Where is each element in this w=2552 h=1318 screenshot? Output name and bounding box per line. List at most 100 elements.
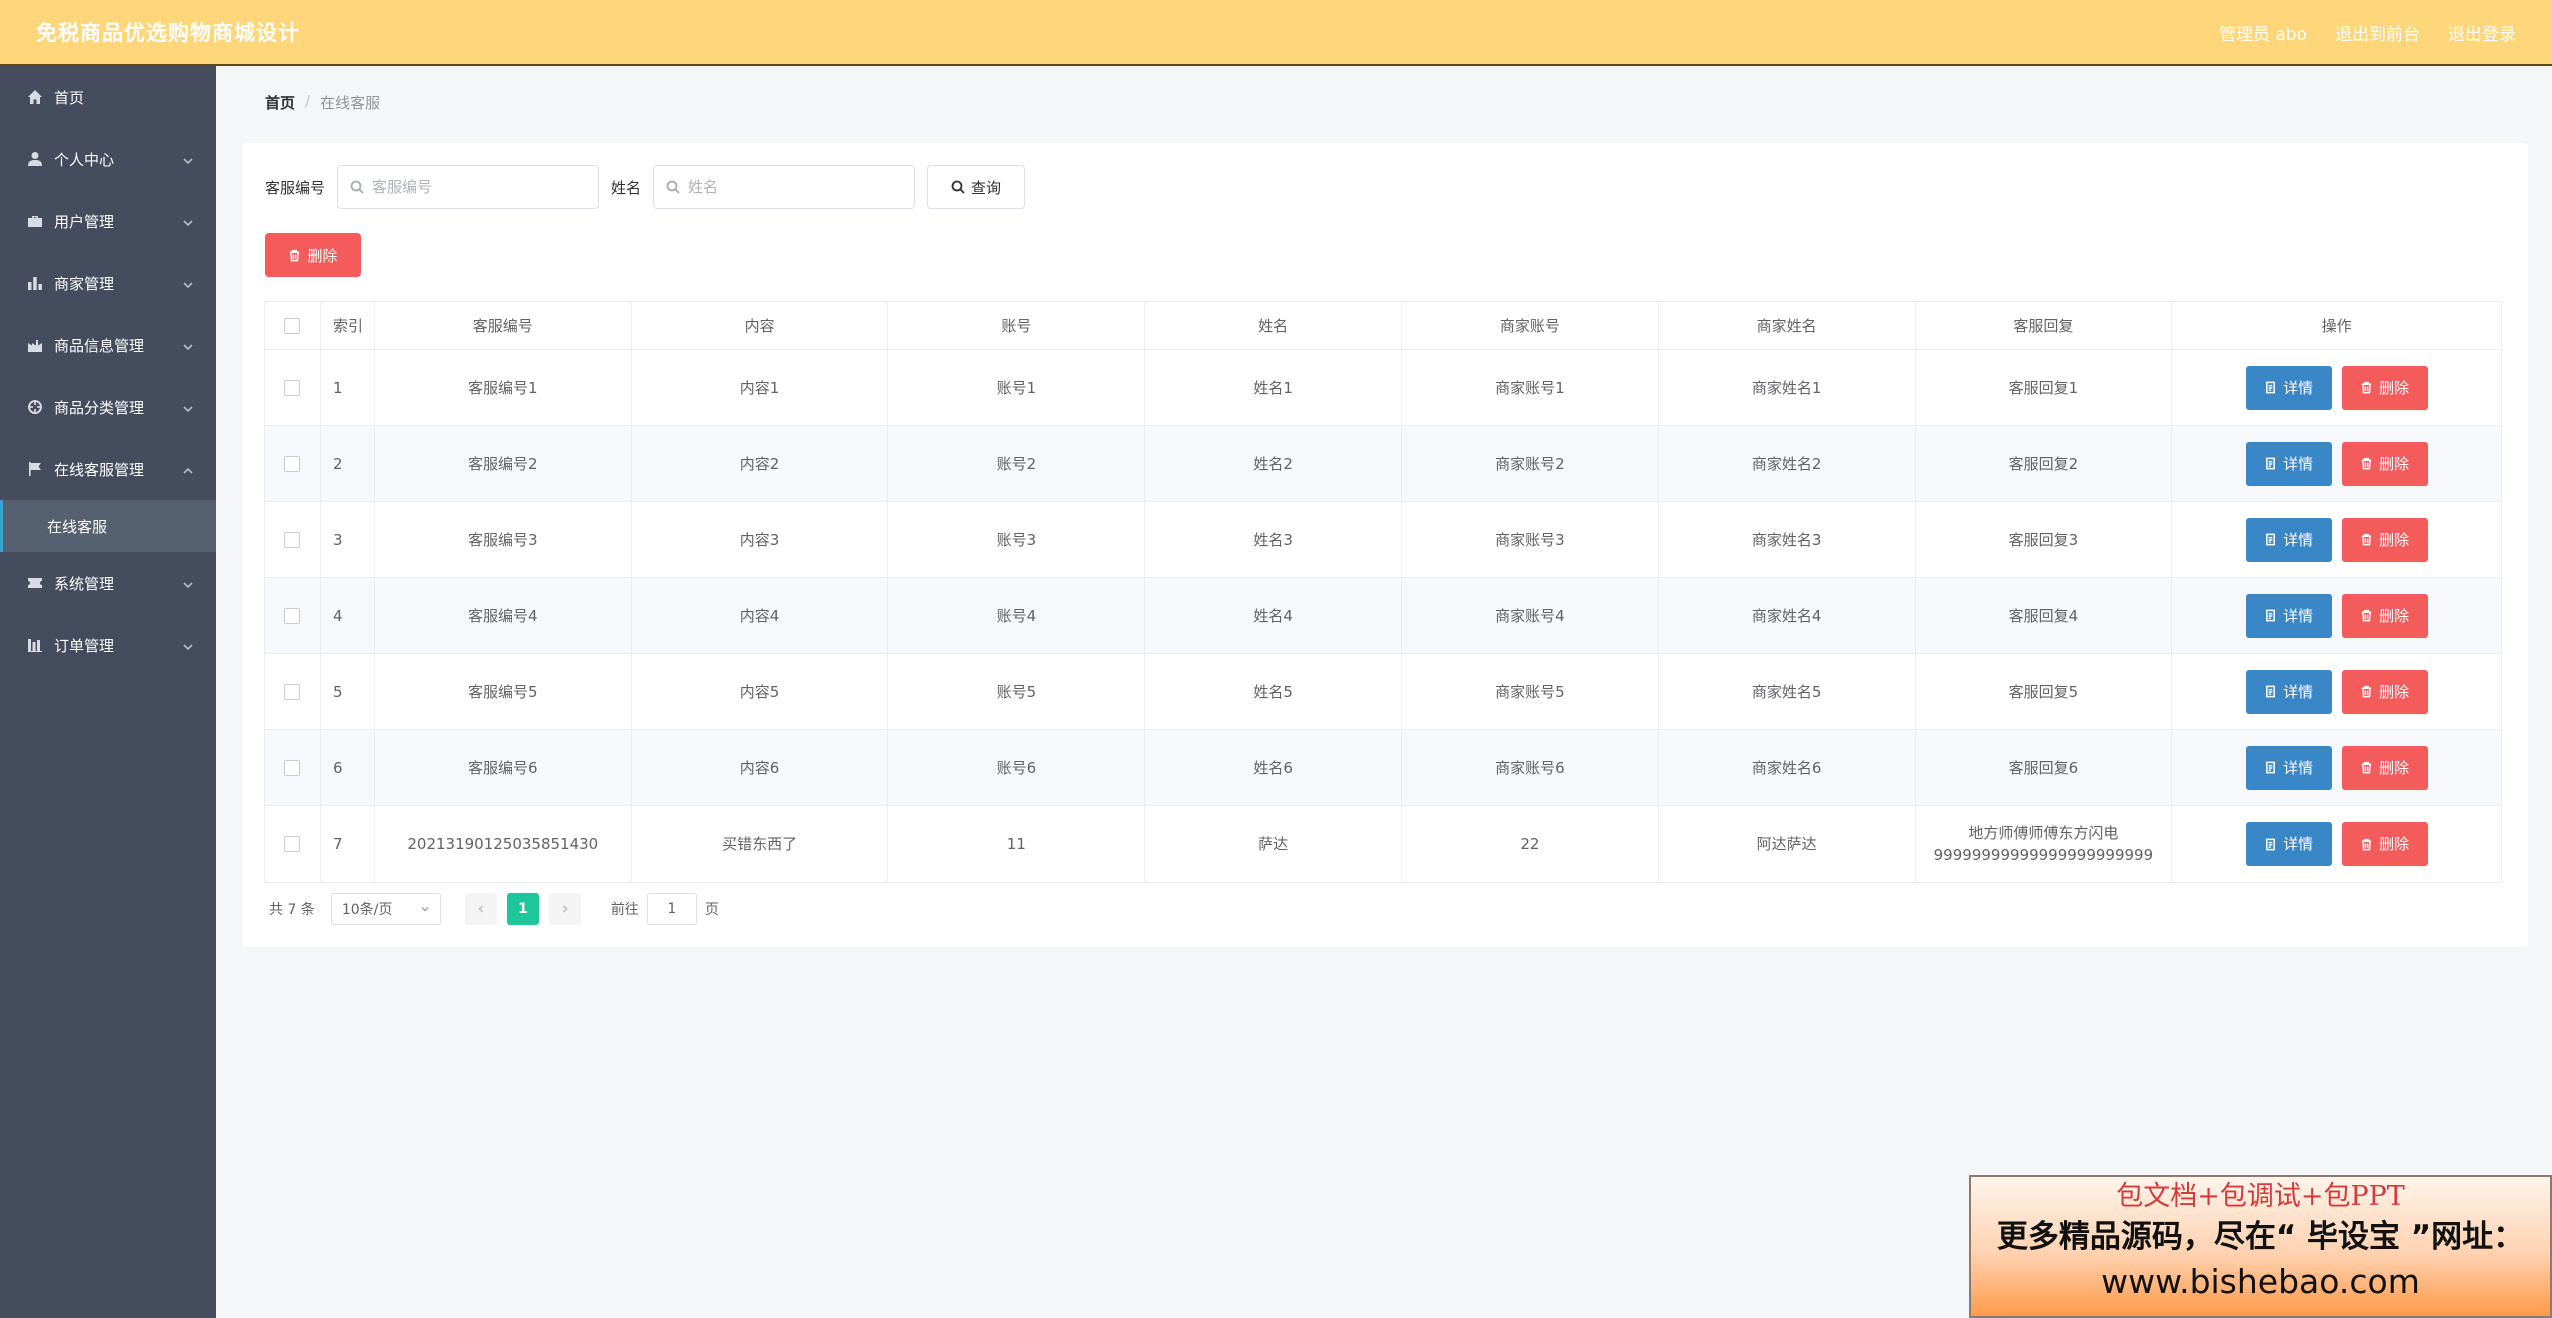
- cell-account: 账号4: [888, 578, 1146, 653]
- detail-button-label: 详情: [2283, 758, 2314, 777]
- detail-button-label: 详情: [2283, 682, 2314, 701]
- row-checkbox[interactable]: [284, 759, 301, 776]
- query-button[interactable]: 查询: [927, 165, 1026, 209]
- cell-account: 11: [888, 806, 1146, 882]
- row-checkbox[interactable]: [284, 607, 301, 624]
- header-code: 客服编号: [375, 302, 632, 349]
- row-checkbox[interactable]: [284, 455, 301, 472]
- goto-label: 前往: [610, 902, 639, 918]
- delete-button[interactable]: 删除: [2341, 669, 2428, 714]
- header-content: 内容: [632, 302, 889, 349]
- sidebar-subitem-online-service[interactable]: 在线客服: [0, 500, 216, 552]
- code-search-field[interactable]: [337, 165, 600, 209]
- sidebar-item-products[interactable]: 商品信息管理: [0, 314, 216, 376]
- cell-name: 姓名3: [1145, 502, 1402, 577]
- cell-reply: 地方师傅师傅东方闪电99999999999999999999999: [1916, 806, 2173, 882]
- sidebar-item-customer-service[interactable]: 在线客服管理: [0, 438, 216, 500]
- select-all-checkbox[interactable]: [284, 317, 301, 334]
- goto-page-input[interactable]: [646, 893, 697, 925]
- delete-button[interactable]: 删除: [2341, 365, 2428, 410]
- chevron-up-icon: [182, 463, 194, 475]
- cell-operations: 详情 删除: [2172, 350, 2501, 425]
- table-row: 6 客服编号6 内容6 账号6 姓名6 商家账号6 商家姓名6 客服回复6 详情 删除: [265, 730, 2501, 806]
- sidebar-item-categories[interactable]: 商品分类管理: [0, 376, 216, 438]
- sidebar-item-label: 在线客服管理: [54, 460, 145, 479]
- cell-content: 内容1: [632, 350, 889, 425]
- delete-button[interactable]: 删除: [2341, 441, 2428, 486]
- document-icon: [2266, 533, 2276, 546]
- delete-button-label: 删除: [2379, 378, 2410, 397]
- sidebar-item-personal[interactable]: 个人中心: [0, 128, 216, 190]
- page-size-select[interactable]: 10条/页: [330, 893, 441, 925]
- table-header-row: 索引 客服编号 内容 账号 姓名 商家账号 商家姓名 客服回复 操作: [265, 302, 2501, 350]
- sidebar-item-orders[interactable]: 订单管理: [0, 614, 216, 676]
- query-button-label: 查询: [971, 178, 1002, 197]
- detail-button-label: 详情: [2283, 530, 2314, 549]
- cell-name: 姓名4: [1145, 578, 1402, 653]
- columns-icon: [26, 636, 44, 654]
- pagination: 共 7 条 10条/页 1 前往 页: [269, 893, 719, 925]
- cell-index: 4: [321, 578, 375, 653]
- admin-user-label: 管理员 abo: [2218, 24, 2307, 45]
- promo-line-2: 更多精品源码，尽在“ 毕设宝 ”网址：: [1996, 1219, 2525, 1255]
- row-checkbox-cell: [265, 578, 321, 653]
- cell-merchant-name: 商家姓名6: [1659, 730, 1916, 805]
- cell-merchant-name: 商家姓名1: [1659, 350, 1916, 425]
- detail-button[interactable]: 详情: [2245, 517, 2332, 562]
- prev-page-button[interactable]: [464, 893, 497, 925]
- detail-button[interactable]: 详情: [2245, 365, 2332, 410]
- row-checkbox-cell: [265, 350, 321, 425]
- detail-button[interactable]: 详情: [2245, 822, 2332, 866]
- next-page-button[interactable]: [548, 893, 581, 925]
- sidebar-item-label: 商品信息管理: [54, 336, 145, 355]
- delete-button[interactable]: 删除: [2341, 822, 2428, 866]
- cell-merchant-name: 商家姓名2: [1659, 426, 1916, 501]
- sidebar-item-merchants[interactable]: 商家管理: [0, 252, 216, 314]
- aperture-icon: [26, 398, 44, 416]
- detail-button-label: 详情: [2283, 835, 2314, 853]
- page-number-current[interactable]: 1: [506, 893, 539, 925]
- row-checkbox[interactable]: [284, 531, 301, 548]
- name-search-field[interactable]: [653, 165, 916, 209]
- header-merchant-account: 商家账号: [1402, 302, 1659, 349]
- trash-icon: [2361, 761, 2372, 774]
- detail-button[interactable]: 详情: [2245, 441, 2332, 486]
- delete-button[interactable]: 删除: [2341, 593, 2428, 638]
- cell-merchant-account: 商家账号5: [1402, 654, 1659, 729]
- cell-reply: 客服回复6: [1916, 730, 2173, 805]
- breadcrumb-home[interactable]: 首页: [265, 92, 295, 113]
- detail-button[interactable]: 详情: [2245, 745, 2332, 790]
- row-checkbox[interactable]: [284, 379, 301, 396]
- cell-operations: 详情 删除: [2172, 806, 2501, 882]
- name-search-input[interactable]: [688, 178, 889, 196]
- cell-merchant-account: 商家账号6: [1402, 730, 1659, 805]
- sidebar-item-system[interactable]: 系统管理: [0, 552, 216, 614]
- delete-button-label: 删除: [2379, 835, 2410, 853]
- delete-button[interactable]: 删除: [2341, 517, 2428, 562]
- header-index: 索引: [321, 302, 375, 349]
- sidebar-item-home[interactable]: 首页: [0, 66, 216, 128]
- detail-button[interactable]: 详情: [2245, 669, 2332, 714]
- row-checkbox[interactable]: [284, 683, 301, 700]
- briefcase-icon: [26, 212, 44, 230]
- front-link[interactable]: 退出到前台: [2335, 20, 2420, 45]
- cell-reply: 客服回复3: [1916, 502, 2173, 577]
- cell-code: 20213190125035851430: [375, 806, 632, 882]
- cell-account: 账号1: [888, 350, 1146, 425]
- sidebar-item-label: 订单管理: [54, 636, 115, 655]
- bulk-delete-button[interactable]: 删除: [265, 233, 361, 277]
- promo-line-1: 包文档+包调试+包PPT: [2116, 1181, 2405, 1212]
- row-checkbox-cell: [265, 806, 321, 882]
- trash-icon: [2361, 381, 2372, 394]
- logout-link[interactable]: 退出登录: [2448, 20, 2516, 45]
- chevron-down-icon: [182, 401, 194, 413]
- cell-account: 账号6: [888, 730, 1146, 805]
- table-row: 3 客服编号3 内容3 账号3 姓名3 商家账号3 商家姓名3 客服回复3 详情 删除: [265, 502, 2501, 578]
- row-checkbox[interactable]: [284, 836, 301, 852]
- delete-button[interactable]: 删除: [2341, 745, 2428, 790]
- sidebar: 首页 个人中心 用户管理 商家管理 商品信息管理 商品分类管理 在线客服管理 在…: [0, 66, 216, 1318]
- sidebar-item-users[interactable]: 用户管理: [0, 190, 216, 252]
- cell-merchant-account: 商家账号1: [1402, 350, 1659, 425]
- code-search-input[interactable]: [372, 178, 573, 196]
- detail-button[interactable]: 详情: [2245, 593, 2332, 638]
